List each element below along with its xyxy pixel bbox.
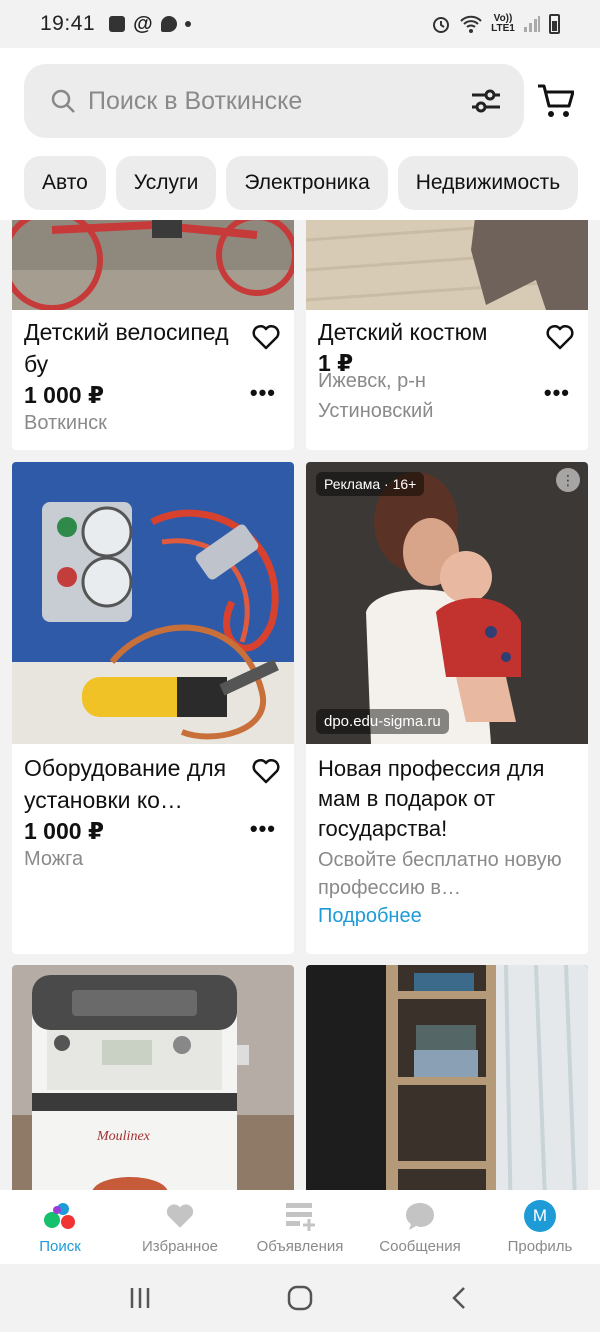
status-time: 19:41 — [40, 12, 96, 35]
nav-label: Поиск — [39, 1238, 81, 1255]
listing-price: 1 000 ₽ — [24, 382, 104, 408]
favorite-heart-icon[interactable] — [546, 324, 574, 350]
category-chip-electronics[interactable]: Электроника — [226, 156, 388, 210]
more-notifications-icon — [184, 21, 191, 27]
search-bar[interactable] — [24, 64, 524, 138]
nav-profile[interactable]: M Профиль — [480, 1190, 600, 1264]
notification-icons: @ — [109, 13, 191, 36]
category-chip-realty[interactable]: Недвижимость — [397, 156, 579, 210]
chat-icon — [403, 1200, 437, 1232]
category-chip-services[interactable]: Услуги — [115, 156, 217, 210]
nav-label: Профиль — [507, 1238, 573, 1255]
listing-location: Воткинск — [24, 412, 107, 434]
wifi-icon — [460, 15, 482, 33]
heart-icon — [163, 1200, 197, 1232]
listing-title[interactable]: Детский костюм — [318, 316, 538, 348]
back-icon[interactable] — [448, 1286, 472, 1310]
listing-location: Ижевск, р-н Устиновский — [318, 370, 434, 422]
listing-title[interactable]: Детский велосипед бу — [24, 316, 244, 380]
message-icon — [160, 16, 177, 32]
search-dots-icon — [43, 1200, 77, 1232]
listing-card[interactable]: Детский костюм 1 ₽ Ижевск, р-н Устиновск… — [306, 220, 588, 450]
listing-photo-shelf[interactable] — [306, 965, 588, 1190]
listing-photo-equipment[interactable] — [12, 462, 294, 744]
recent-apps-icon[interactable] — [128, 1286, 152, 1310]
listing-price: 1 000 ₽ — [24, 818, 104, 844]
listing-location: Можга — [24, 848, 84, 870]
at-icon: @ — [133, 12, 153, 35]
header: Авто Услуги Электроника Недвижимость — [0, 48, 600, 220]
system-navigation-bar — [0, 1264, 600, 1332]
ad-badge: Реклама · 16+ — [316, 472, 425, 496]
favorite-heart-icon[interactable] — [252, 758, 280, 784]
cart-icon[interactable] — [536, 82, 574, 120]
listing-card[interactable]: Оборудование для установки ко… 1 000 ₽ •… — [12, 462, 294, 954]
nav-label: Избранное — [141, 1238, 219, 1255]
listing-title[interactable]: Оборудование для установки ко… — [24, 752, 254, 816]
alarm-icon — [433, 17, 449, 33]
home-icon[interactable] — [287, 1285, 313, 1311]
svg-text:Moulinex: Moulinex — [96, 1129, 151, 1144]
listings-feed[interactable]: Детский велосипед бу 1 000 ₽ ••• Воткинс… — [0, 220, 600, 1190]
avatar: M — [524, 1200, 556, 1232]
battery-icon — [549, 14, 560, 34]
more-options-icon[interactable]: ••• — [544, 380, 570, 406]
nav-listings[interactable]: Объявления — [240, 1190, 360, 1264]
gallery-icon — [109, 16, 126, 32]
avatar-wrapper: M — [523, 1200, 557, 1232]
nav-label: Объявления — [256, 1238, 344, 1255]
system-icons: Vo)) LTE1 — [431, 14, 560, 34]
ad-description: Освойте бесплатно новую профессию в… — [318, 849, 562, 899]
network-type: Vo)) LTE1 — [491, 13, 515, 34]
ad-title[interactable]: Новая профессия для мам в подарок от гос… — [318, 754, 578, 844]
status-bar: 19:41 @ Vo)) LTE1 — [0, 0, 600, 48]
nav-label: Сообщения — [379, 1238, 461, 1255]
signal-icon — [524, 16, 540, 32]
category-chip-auto[interactable]: Авто — [24, 156, 106, 210]
more-options-icon[interactable]: ••• — [250, 816, 276, 842]
listing-photo-breadmaker[interactable]: Moulinex — [12, 965, 294, 1190]
ad-photo[interactable]: Реклама · 16+ ⋮ dpo.edu-sigma.ru — [306, 462, 588, 744]
search-input[interactable] — [88, 86, 448, 116]
filter-icon[interactable] — [470, 86, 502, 116]
favorite-heart-icon[interactable] — [252, 324, 280, 350]
nav-search[interactable]: Поиск — [0, 1190, 120, 1264]
listing-card[interactable]: Детский велосипед бу 1 000 ₽ ••• Воткинс… — [12, 220, 294, 450]
ad-more-link[interactable]: Подробнее — [318, 905, 422, 928]
category-chips: Авто Услуги Электроника Недвижимость — [24, 156, 579, 210]
nav-favorites[interactable]: Избранное — [120, 1190, 240, 1264]
ad-menu-icon[interactable]: ⋮ — [556, 468, 580, 492]
listing-photo-costume[interactable] — [306, 220, 588, 310]
search-icon — [51, 89, 75, 113]
more-options-icon[interactable]: ••• — [250, 380, 276, 406]
listing-card[interactable] — [306, 965, 588, 1190]
listings-add-icon — [283, 1200, 317, 1232]
listing-card[interactable]: Moulinex — [12, 965, 294, 1190]
nav-messages[interactable]: Сообщения — [360, 1190, 480, 1264]
ad-card[interactable]: Реклама · 16+ ⋮ dpo.edu-sigma.ru Новая п… — [306, 462, 588, 954]
listing-photo-bicycle[interactable] — [12, 220, 294, 310]
ad-domain[interactable]: dpo.edu-sigma.ru — [316, 709, 449, 734]
bottom-navigation: Поиск Избранное Объявления Сообщения M П… — [0, 1190, 600, 1264]
